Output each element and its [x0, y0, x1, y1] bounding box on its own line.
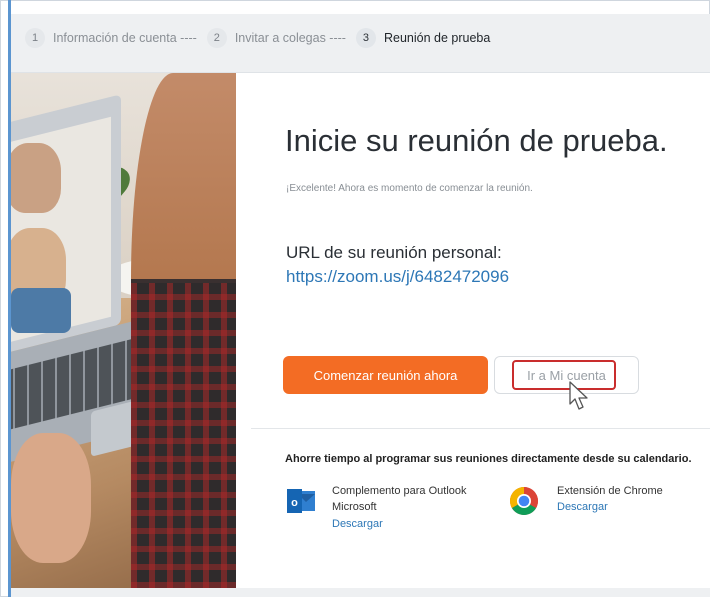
page-subtitle: ¡Excelente! Ahora es momento de comenzar… — [286, 183, 533, 194]
svg-text:o: o — [291, 497, 298, 509]
main-content: Inicie su reunión de prueba. ¡Excelente!… — [236, 73, 710, 588]
step-number: 2 — [206, 28, 227, 48]
step-label: Reunión de prueba — [383, 31, 491, 45]
meeting-url-label: URL de su reunión personal: — [286, 243, 502, 262]
outlook-icon: o — [287, 489, 315, 513]
step-label: Información de cuenta ---- — [53, 31, 197, 45]
outlook-addin-title: Complemento para Outlook — [332, 485, 467, 497]
chrome-download-link[interactable]: Descargar — [557, 501, 608, 513]
step-number: 3 — [355, 28, 376, 48]
meeting-url-link[interactable]: https://zoom.us/j/6482472096 — [286, 267, 509, 287]
page-title: Inicie su reunión de prueba. — [285, 123, 668, 158]
step-number: 1 — [25, 28, 45, 48]
step-invite-colleagues[interactable]: 2 Invitar a colegas ---- — [206, 28, 346, 48]
calendar-tip: Ahorre tiempo al programar sus reuniones… — [285, 453, 692, 465]
bottom-strip — [11, 588, 710, 597]
section-divider — [251, 428, 710, 429]
progress-stepper: 1 Información de cuenta ---- 2 Invitar a… — [11, 14, 710, 73]
hero-photo-laptop-coffee — [11, 73, 236, 588]
mouse-pointer-icon — [569, 381, 588, 410]
outlook-download-link[interactable]: Descargar — [332, 518, 383, 530]
chrome-icon — [510, 487, 538, 515]
step-label: Invitar a colegas ---- — [234, 31, 346, 45]
highlight-box — [512, 360, 616, 390]
chrome-extension-title: Extensión de Chrome — [557, 485, 663, 497]
start-meeting-button[interactable]: Comenzar reunión ahora — [283, 356, 488, 394]
outlook-addin-subtitle: Microsoft — [332, 501, 377, 513]
step-account-info[interactable]: 1 Información de cuenta ---- — [25, 28, 197, 48]
step-test-meeting[interactable]: 3 Reunión de prueba — [355, 28, 491, 48]
